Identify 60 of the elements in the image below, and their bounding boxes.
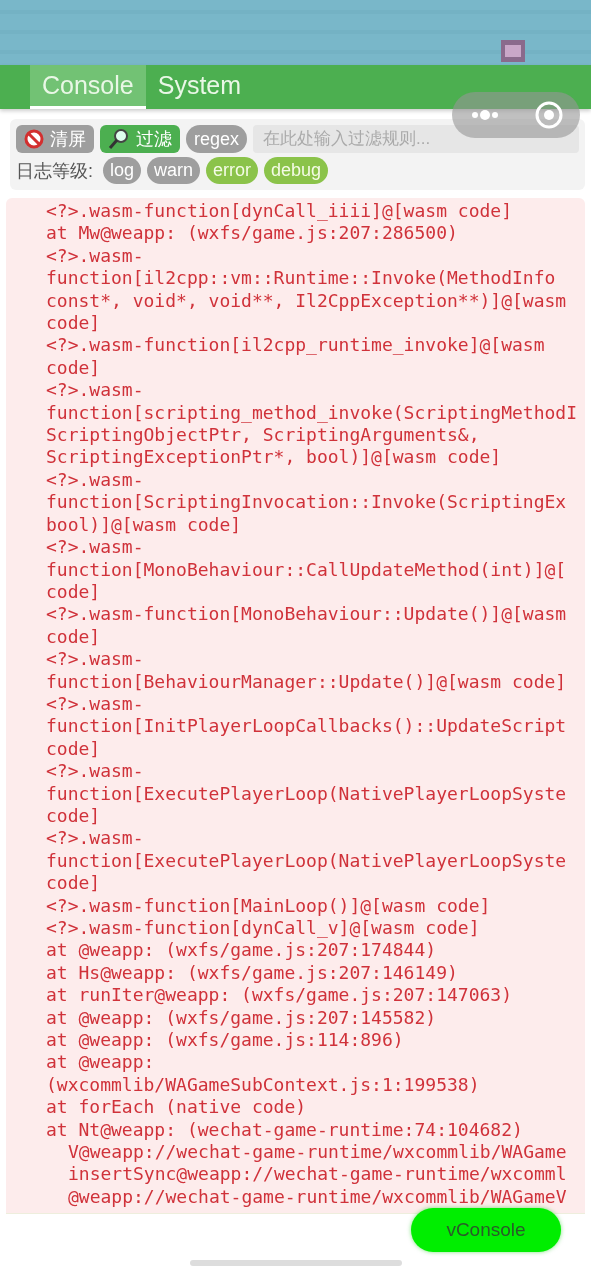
filter-input[interactable]: 在此处输入过滤规则... [253,125,579,153]
log-line: at Mw@weapp: (wxfs/game.js:207:286500) [46,222,458,245]
log-line: insertSync@weapp://wechat-game-runtime/wxcomml [67,1163,567,1186]
log-line: code] [46,737,101,761]
log-line: function[InitPlayerLoopCallbacks()::UpdateScript [46,715,567,738]
tab[interactable]: System [145,65,254,109]
vconsole-button[interactable]: vConsole [411,1208,561,1252]
log-line: <?>.wasm-function[dynCall_iiii]@[wasm code] [46,200,512,223]
log-level-chip[interactable]: error [206,157,259,184]
log-line: <?>.wasm- [46,648,144,671]
log-line: code] [46,356,101,380]
log-line: ScriptingExceptionPtr*, bool)]@[wasm code] [46,446,502,469]
tab[interactable]: Console [30,65,146,109]
log-line: code] [46,872,101,895]
log-line: <?>.wasm- [46,760,144,783]
log-line: <?>.wasm-function[MonoBehaviour::Update()]@[wasm [46,603,567,626]
log-line: <?>.wasm-function[dynCall_v]@[wasm code] [46,917,480,940]
log-level-chip[interactable]: log [103,157,142,184]
capsule-menu[interactable] [452,92,580,138]
clear-button[interactable]: 清屏 [16,125,94,153]
log-line: function[il2cpp::vm::Runtime::Invoke(MethodInfo [46,267,556,290]
log-level-label: 日志等级: [16,159,93,183]
filter-button[interactable]: 过滤 [100,125,180,153]
log-line: code] [46,580,101,604]
log-line: ScriptingObjectPtr, ScriptingArguments&, [46,424,480,447]
log-line: function[scripting_method_invoke(ScriptingMethodI [46,401,577,425]
log-line: code] [46,804,101,828]
log-line: <?>.wasm- [46,692,144,716]
log-level-chip[interactable]: debug [264,157,329,184]
log-line: at forEach (native code) [46,1096,307,1119]
log-line: @weapp://wechat-game-runtime/wxcommlib/WAGameV [67,1185,567,1209]
log-level-chip[interactable]: warn [147,157,201,184]
prohibited-icon [24,129,44,149]
log-line: <?>.wasm- [46,379,144,402]
log-line: function[BehaviourManager::Update()]@[wasm code] [46,670,567,693]
log-line: const*, void*, void**, Il2CppException**)]@[wasm [46,289,567,313]
log-line: V@weapp://wechat-game-runtime/wxcommlib/WAGame [67,1141,567,1164]
log-line: at @weapp: [46,1051,155,1074]
log-line: bool)]@[wasm code] [46,513,242,537]
log-line: at @weapp: (wxfs/game.js:207:174844) [46,939,437,962]
log-line: function[MonoBehaviour::CallUpdateMethod(int)]@[ [46,558,567,581]
log-line: function[ExecutePlayerLoop(NativePlayerLoopSyste [46,849,567,873]
log-line: at Hs@weapp: (wxfs/game.js:207:146149) [46,961,458,985]
log-line: <?>.wasm-function[il2cpp_runtime_invoke]@[wasm [46,334,545,357]
log-line: <?>.wasm- [46,536,144,559]
log-line: function[ScriptingInvocation::Invoke(ScriptingEx [46,491,567,514]
log-line: <?>.wasm- [46,244,144,268]
log-line: code] [46,625,101,649]
log-line: at @weapp: (wxfs/game.js:114:896) [46,1029,404,1052]
log-line: at @weapp: (wxfs/game.js:207:145582) [46,1006,437,1030]
log-line: <?>.wasm-function[MainLoop()]@[wasm code] [46,894,491,917]
log-line: function[ExecutePlayerLoop(NativePlayerLoopSyste [46,782,567,805]
log-line: (wxcommlib/WAGameSubContext.js:1:199538) [46,1073,480,1097]
log-line: <?>.wasm- [46,468,144,492]
log-line: at Nt@weapp: (wechat-game-runtime:74:104682) [46,1118,523,1142]
magnifier-icon [108,128,130,150]
log-line: code] [46,312,101,335]
regex-button[interactable]: regex [186,125,248,153]
log-line: <?>.wasm- [46,827,144,850]
log-line: at runIter@weapp: (wxfs/game.js:207:147063) [46,984,512,1007]
